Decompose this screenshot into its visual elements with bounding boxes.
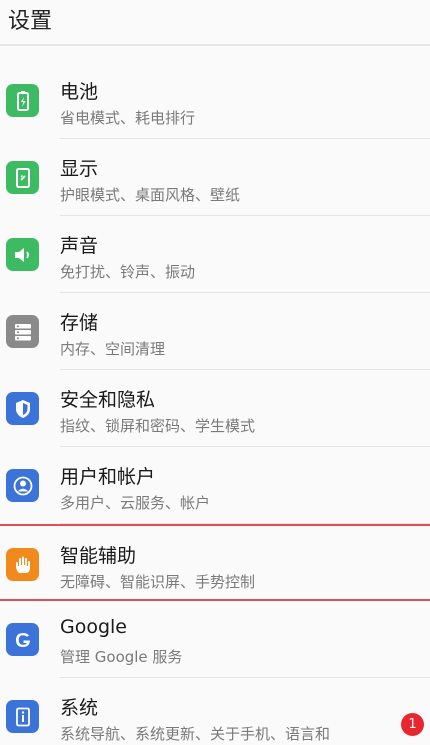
settings-item-accessibility[interactable]: 智能辅助 无障碍、智能识屏、手势控制	[0, 524, 430, 601]
settings-item-title: 系统	[60, 697, 99, 719]
user-icon	[6, 469, 39, 502]
settings-item-subtitle: 省电模式、耗电排行	[60, 109, 196, 127]
battery-icon	[6, 84, 39, 117]
settings-item-users[interactable]: 用户和帐户 多用户、云服务、帐户	[0, 447, 430, 524]
google-icon	[6, 623, 39, 656]
settings-item-storage[interactable]: 存储 内存、空间清理	[0, 293, 430, 370]
settings-item-google[interactable]: Google 管理 Google 服务	[0, 601, 430, 678]
shield-icon	[6, 392, 39, 425]
settings-item-title: 显示	[60, 158, 99, 180]
hand-icon	[6, 548, 39, 581]
settings-item-subtitle: 管理 Google 服务	[60, 648, 183, 666]
notification-badge: 1	[401, 713, 424, 736]
settings-item-subtitle: 内存、空间清理	[60, 340, 166, 358]
speaker-icon	[6, 238, 39, 271]
settings-item-subtitle: 护眼模式、桌面风格、壁纸	[60, 186, 241, 204]
settings-item-title: 智能辅助	[60, 545, 137, 567]
system-info-icon	[6, 700, 39, 733]
settings-item-title: 用户和帐户	[60, 466, 156, 488]
settings-item-battery[interactable]: 电池 省电模式、耗电排行	[0, 62, 430, 139]
settings-screen: 设置 电池 省电模式、耗电排行 显示 护眼模式、桌面风格、壁纸 声音 免打扰、铃…	[0, 0, 430, 745]
storage-icon	[6, 315, 39, 348]
settings-item-subtitle: 多用户、云服务、帐户	[60, 494, 211, 512]
settings-item-system[interactable]: 系统 系统导航、系统更新、关于手机、语言和 1	[0, 678, 430, 745]
settings-item-subtitle: 免打扰、铃声、振动	[60, 263, 196, 281]
settings-item-subtitle: 系统导航、系统更新、关于手机、语言和	[60, 725, 331, 743]
settings-item-title: 声音	[60, 235, 99, 257]
settings-item-title: 安全和隐私	[60, 389, 156, 411]
header-divider	[0, 44, 430, 46]
display-icon	[6, 161, 39, 194]
page-title: 设置	[8, 9, 53, 34]
settings-item-display[interactable]: 显示 护眼模式、桌面风格、壁纸	[0, 139, 430, 216]
app-header: 设置	[0, 0, 430, 46]
settings-item-title: Google	[60, 616, 128, 638]
settings-item-subtitle: 无障碍、智能识屏、手势控制	[60, 573, 256, 591]
settings-item-security[interactable]: 安全和隐私 指纹、锁屏和密码、学生模式	[0, 370, 430, 447]
settings-item-title: 电池	[60, 81, 99, 103]
settings-list: 电池 省电模式、耗电排行 显示 护眼模式、桌面风格、壁纸 声音 免打扰、铃声、振…	[0, 62, 430, 745]
settings-item-title: 存储	[60, 312, 99, 334]
settings-item-subtitle: 指纹、锁屏和密码、学生模式	[60, 417, 256, 435]
settings-item-sound[interactable]: 声音 免打扰、铃声、振动	[0, 216, 430, 293]
